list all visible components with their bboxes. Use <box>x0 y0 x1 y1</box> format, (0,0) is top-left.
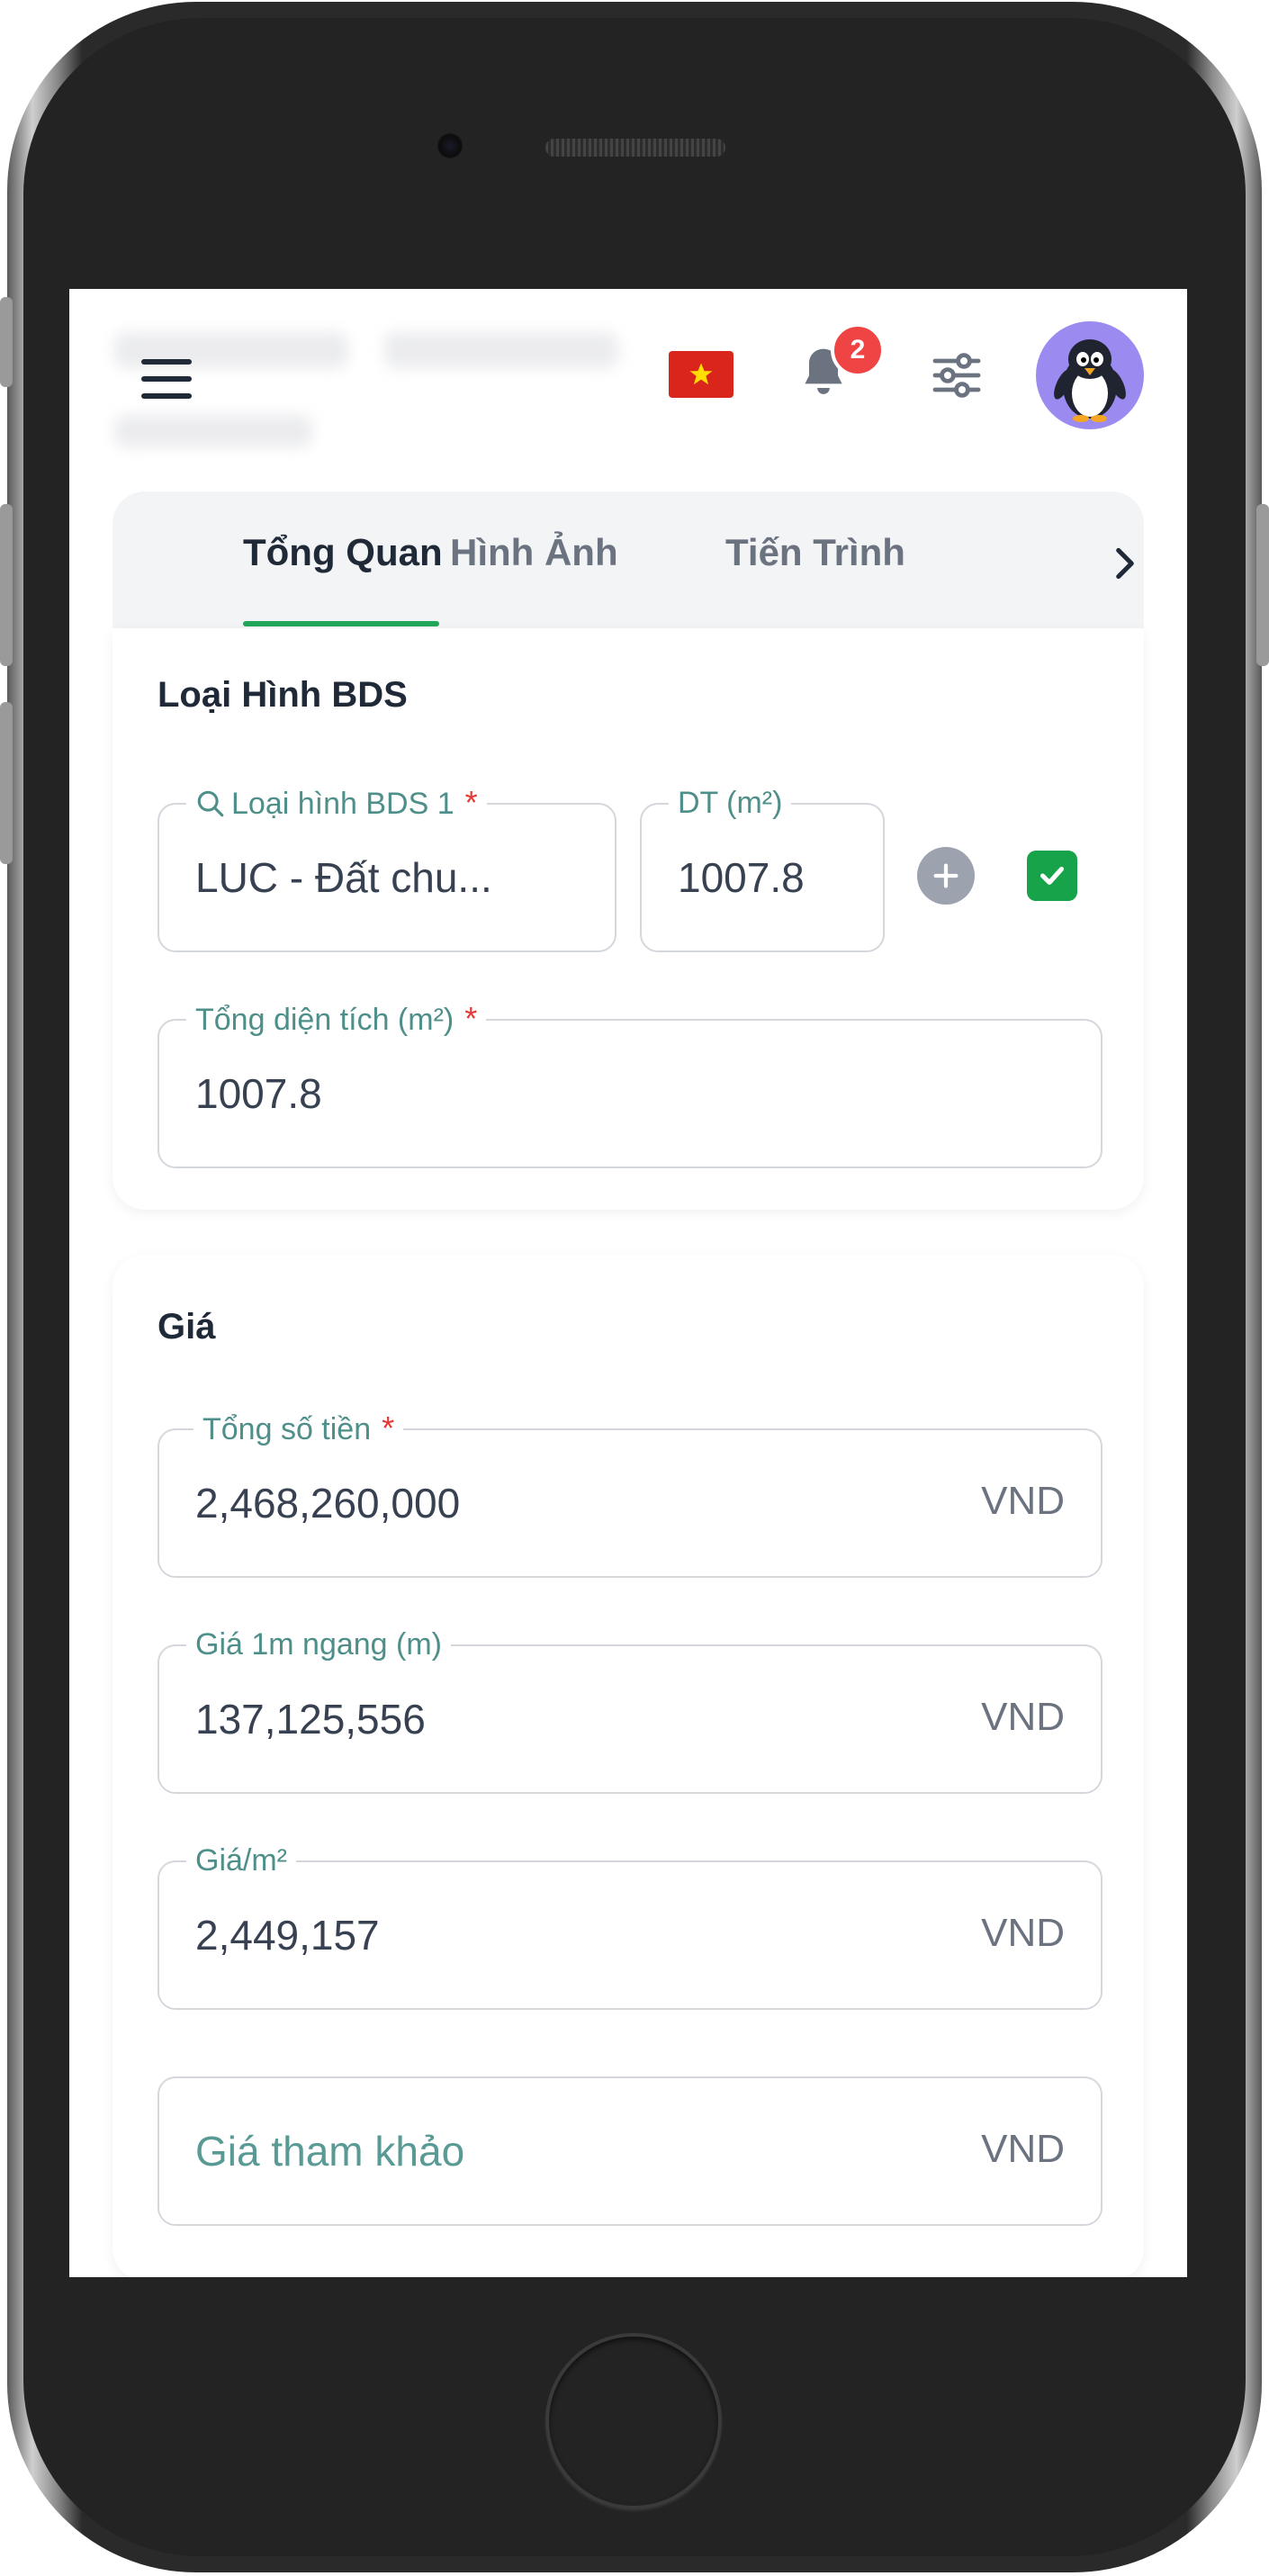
volume-down-button <box>0 702 13 864</box>
vietnam-flag-icon[interactable] <box>669 351 734 398</box>
add-icon[interactable] <box>917 847 975 905</box>
price-per-m2-value: 2,449,157 <box>195 1912 380 1959</box>
total-area-input[interactable]: Tổng diện tích (m²) * 1007.8 <box>158 1001 1102 1168</box>
tab-images[interactable]: Hình Ảnh <box>450 531 618 574</box>
home-button[interactable] <box>545 2333 722 2509</box>
volume-up-button <box>0 504 13 666</box>
app-screen: 2 Tổng Quan Hình Ảnh Tiến Trình Loại Hìn… <box>69 289 1187 2277</box>
field-label: Giá 1m ngang (m) <box>186 1626 451 1662</box>
app-header: 2 <box>69 289 1187 478</box>
property-type-value: LUC - Đất chu... <box>195 854 492 901</box>
field-label: Loại hình BDS 1 * <box>186 785 487 822</box>
penguin-avatar-icon[interactable] <box>1036 321 1144 429</box>
price-per-meter-width-input[interactable]: Giá 1m ngang (m) 137,125,556 VND <box>158 1626 1102 1794</box>
tab-progress[interactable]: Tiến Trình <box>725 531 905 574</box>
chevron-right-icon[interactable] <box>1112 545 1138 581</box>
mute-switch <box>0 297 13 387</box>
front-camera <box>437 133 463 158</box>
field-label: Tổng diện tích (m²) * <box>186 1000 487 1038</box>
property-type-card: Loại Hình BDS Loại hình BDS 1 * LUC - Đất… <box>112 628 1144 1210</box>
currency-unit: VND <box>981 1911 1065 1955</box>
blurred-breadcrumb <box>384 332 618 368</box>
section-title: Loại Hình BDS <box>158 675 408 715</box>
price-per-m2-input[interactable]: Giá/m² 2,449,157 VND <box>158 1842 1102 2010</box>
field-label: Tổng số tiền * <box>194 1410 404 1447</box>
total-price-input[interactable]: Tổng số tiền * 2,468,260,000 VND <box>158 1410 1102 1578</box>
area-value: 1007.8 <box>678 854 805 901</box>
section-title: Giá <box>158 1307 216 1347</box>
blurred-breadcrumb <box>114 415 312 447</box>
required-asterisk: * <box>382 1410 395 1446</box>
settings-sliders-icon[interactable] <box>932 352 982 399</box>
reference-price-input[interactable]: Giá tham khảo VND <box>158 2076 1102 2226</box>
area-input[interactable]: DT (m²) 1007.8 <box>640 785 885 952</box>
currency-unit: VND <box>981 1695 1065 1739</box>
total-price-value: 2,468,260,000 <box>195 1480 461 1527</box>
price-card: Giá Tổng số tiền * 2,468,260,000 VND Giá … <box>112 1255 1144 2277</box>
search-icon <box>197 790 224 817</box>
field-label: Giá/m² <box>186 1842 296 1878</box>
tab-overview[interactable]: Tổng Quan <box>243 531 443 574</box>
earpiece-speaker <box>545 139 725 157</box>
power-button <box>1256 504 1269 666</box>
menu-icon[interactable] <box>141 359 192 399</box>
currency-unit: VND <box>981 2127 1065 2171</box>
currency-unit: VND <box>981 1479 1065 1523</box>
field-label: DT (m²) <box>669 785 792 821</box>
active-tab-indicator <box>243 621 439 626</box>
total-area-value: 1007.8 <box>195 1070 322 1117</box>
price-per-meter-width-value: 137,125,556 <box>195 1696 426 1743</box>
required-asterisk: * <box>464 784 478 821</box>
required-asterisk: * <box>464 1000 478 1037</box>
property-type-select[interactable]: Loại hình BDS 1 * LUC - Đất chu... <box>158 785 616 952</box>
reference-price-placeholder: Giá tham khảo <box>195 2128 465 2175</box>
tab-bar: Tổng Quan Hình Ảnh Tiến Trình <box>112 491 1144 630</box>
checkbox-checked-icon[interactable] <box>1027 851 1077 901</box>
notification-badge: 2 <box>831 323 885 377</box>
